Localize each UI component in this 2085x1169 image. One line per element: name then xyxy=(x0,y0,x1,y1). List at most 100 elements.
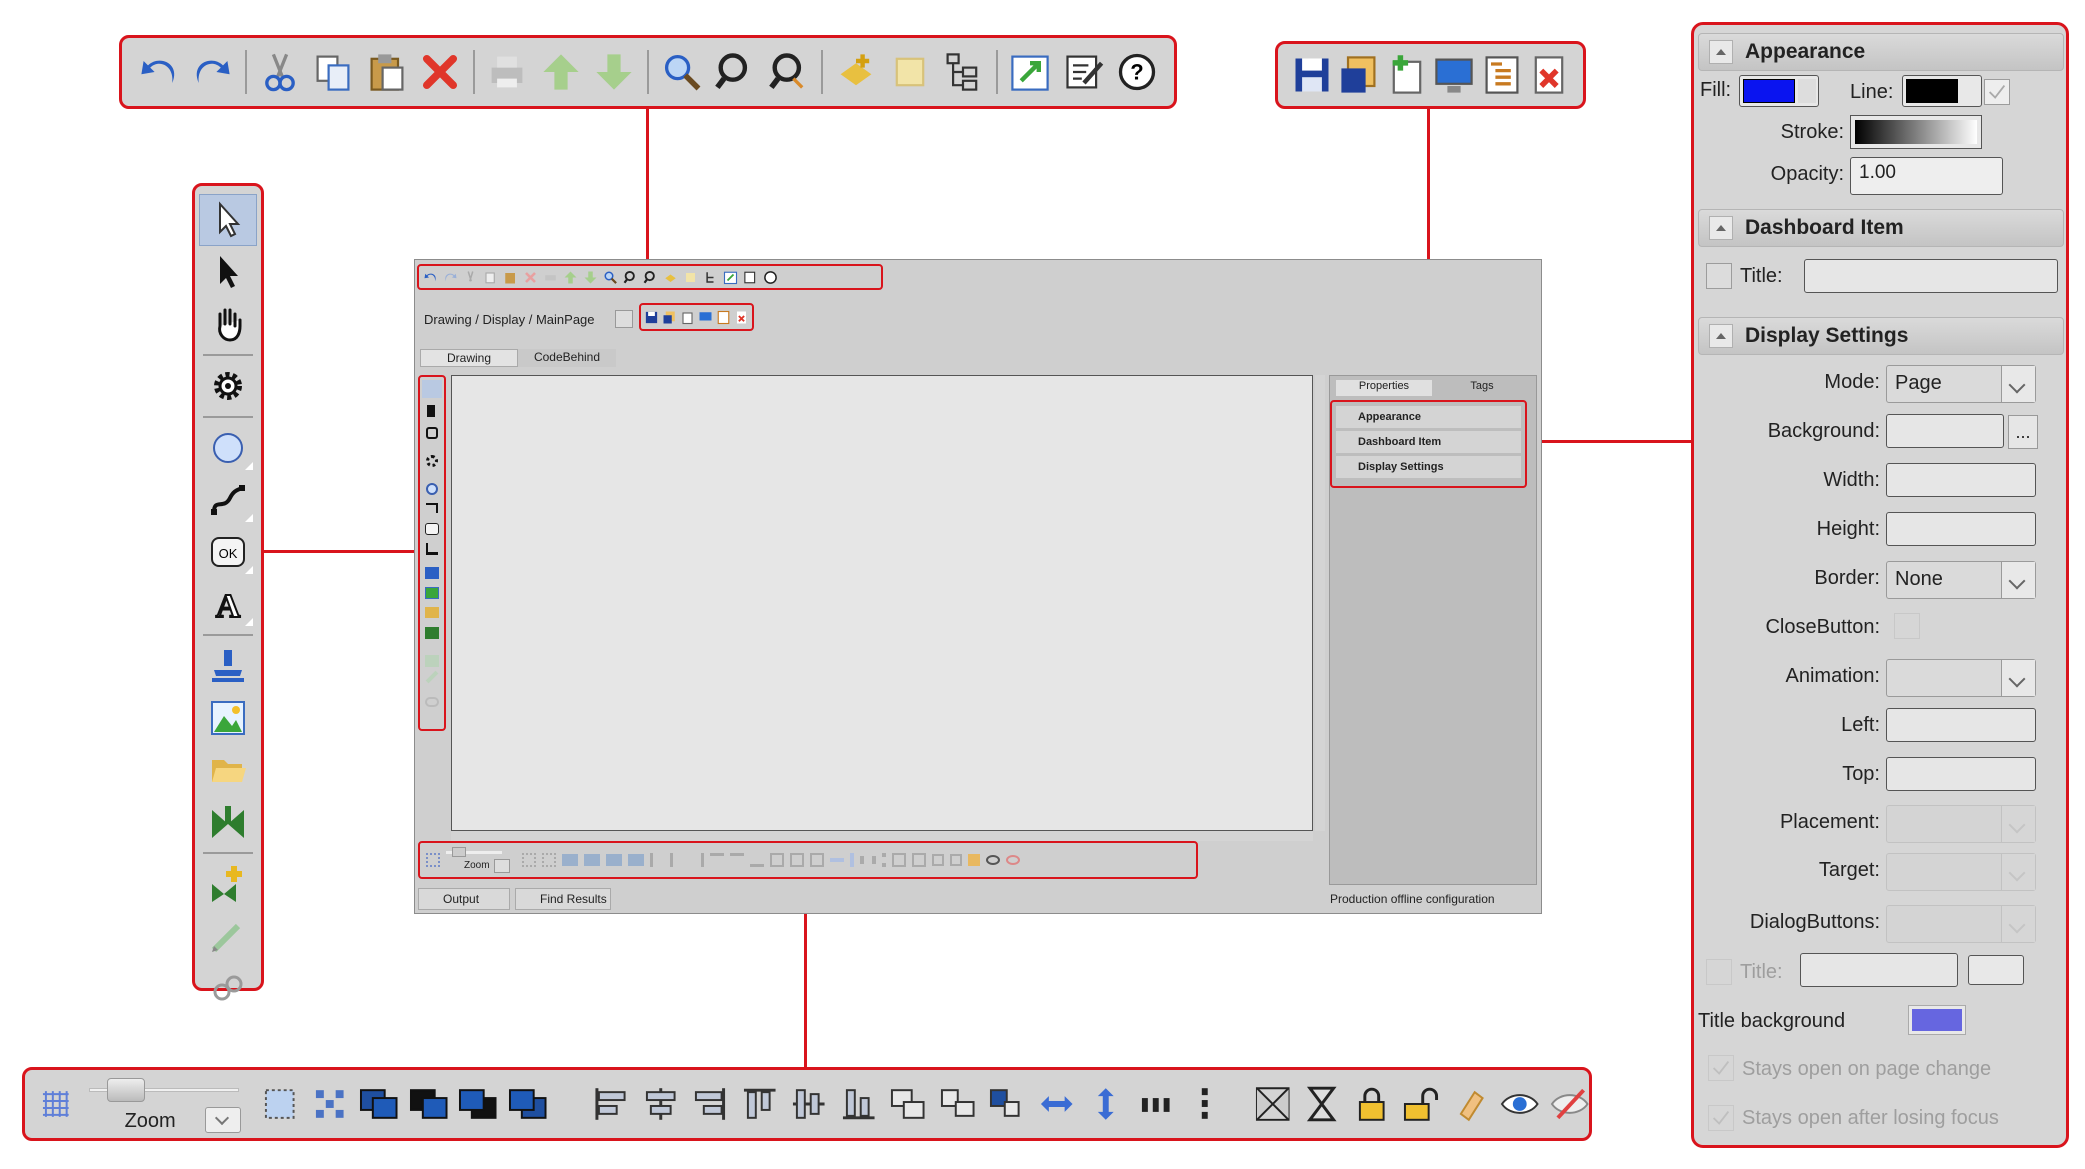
gear-icon[interactable] xyxy=(426,455,438,467)
align-left-icon[interactable] xyxy=(591,1084,631,1124)
copy-icon[interactable] xyxy=(482,269,499,286)
tab-codebehind[interactable]: CodeBehind xyxy=(518,349,616,367)
same-height-icon[interactable] xyxy=(810,853,824,867)
distribute-vertical-icon[interactable] xyxy=(1185,1084,1225,1124)
hand-icon[interactable] xyxy=(199,298,257,350)
undo-icon[interactable] xyxy=(422,269,439,286)
align-bottom-icon[interactable] xyxy=(839,1084,879,1124)
stays-open-page-checkbox[interactable] xyxy=(1708,1055,1734,1081)
export-icon[interactable] xyxy=(1004,45,1057,99)
note-icon[interactable] xyxy=(682,269,699,286)
link-icon[interactable] xyxy=(199,962,257,1014)
animation-select[interactable] xyxy=(1886,659,2036,697)
send-backward-icon[interactable] xyxy=(606,854,622,866)
add-symbol-icon[interactable] xyxy=(425,655,439,667)
mini-section-appearance[interactable]: Appearance xyxy=(1336,406,1521,428)
dialog-title-input[interactable] xyxy=(1800,953,1958,987)
align-top-icon[interactable] xyxy=(740,1084,780,1124)
group-icon[interactable] xyxy=(542,853,556,867)
link-objects-icon[interactable] xyxy=(968,854,980,866)
print-icon[interactable] xyxy=(481,45,534,99)
line-enabled-checkbox[interactable] xyxy=(1984,79,2010,105)
redo-icon[interactable] xyxy=(442,269,459,286)
dialogbuttons-select[interactable] xyxy=(1886,905,2036,943)
add-symbol-icon[interactable] xyxy=(199,858,257,910)
zoom-control[interactable]: Zoom xyxy=(83,1074,251,1134)
zoom-slider-thumb[interactable] xyxy=(106,1078,145,1102)
vertical-scrollbar[interactable] xyxy=(1315,375,1325,831)
move-up-icon[interactable] xyxy=(534,45,587,99)
add-item-icon[interactable] xyxy=(829,45,882,99)
distribute-horizontal-icon[interactable] xyxy=(860,856,876,864)
line-color-picker[interactable] xyxy=(1902,75,1982,107)
section-appearance[interactable]: Appearance xyxy=(1698,33,2064,71)
export-icon[interactable] xyxy=(722,269,739,286)
select-icon[interactable] xyxy=(199,194,257,246)
chevron-down-icon[interactable] xyxy=(2001,854,2035,890)
unlock-icon[interactable] xyxy=(950,854,962,866)
valve-icon[interactable] xyxy=(199,796,257,848)
background-input[interactable] xyxy=(1886,414,2004,448)
align-left-icon[interactable] xyxy=(650,853,664,867)
dashboard-title-checkbox[interactable] xyxy=(1706,263,1732,289)
hide-icon[interactable] xyxy=(1550,1084,1590,1124)
align-middle-icon[interactable] xyxy=(789,1084,829,1124)
background-browse-button[interactable]: ... xyxy=(2008,415,2038,449)
lock-icon[interactable] xyxy=(1352,1084,1392,1124)
folder-icon[interactable] xyxy=(425,607,439,618)
close-page-icon[interactable] xyxy=(734,309,749,326)
copy-icon[interactable] xyxy=(306,45,359,99)
send-backward-icon[interactable] xyxy=(458,1084,498,1124)
select-icon[interactable] xyxy=(422,380,442,398)
top-input[interactable] xyxy=(1886,757,2036,791)
mini-section-dashboard[interactable]: Dashboard Item xyxy=(1336,431,1521,453)
text-icon[interactable] xyxy=(426,543,438,555)
move-down-icon[interactable] xyxy=(588,45,641,99)
cut-icon[interactable] xyxy=(253,45,306,99)
collapse-icon[interactable] xyxy=(1709,324,1733,348)
same-size-icon[interactable] xyxy=(888,1084,928,1124)
polyline-icon[interactable] xyxy=(199,474,257,526)
mini-section-display[interactable]: Display Settings xyxy=(1336,456,1521,478)
same-height-icon[interactable] xyxy=(987,1084,1027,1124)
move-down-icon[interactable] xyxy=(582,269,599,286)
align-right-icon[interactable] xyxy=(690,853,704,867)
delete-icon[interactable] xyxy=(522,269,539,286)
height-input[interactable] xyxy=(1886,512,2036,546)
fill-color-picker[interactable] xyxy=(1739,75,1819,107)
zoom-out-icon[interactable] xyxy=(642,269,659,286)
chevron-down-icon[interactable] xyxy=(2001,806,2035,842)
section-display-settings[interactable]: Display Settings xyxy=(1698,317,2064,355)
align-middle-icon[interactable] xyxy=(730,853,744,867)
dialog-title-color[interactable] xyxy=(1968,955,2024,985)
align-top-icon[interactable] xyxy=(710,853,724,867)
align-center-icon[interactable] xyxy=(641,1084,681,1124)
display-icon[interactable] xyxy=(698,309,713,326)
help-icon[interactable]: ? xyxy=(1111,45,1164,99)
zoom-dropdown[interactable] xyxy=(204,1107,241,1133)
tab-output[interactable]: Output xyxy=(418,888,510,910)
horizontal-scrollbar[interactable] xyxy=(451,831,1313,841)
undo-icon[interactable] xyxy=(132,45,185,99)
move-up-icon[interactable] xyxy=(562,269,579,286)
pointer-icon[interactable] xyxy=(427,405,435,417)
eye-icon[interactable] xyxy=(1500,1084,1540,1124)
save-as-icon[interactable] xyxy=(662,309,677,326)
rotate-icon[interactable] xyxy=(892,853,906,867)
zoom-in-icon[interactable] xyxy=(708,45,761,99)
opacity-input[interactable]: 1.00 xyxy=(1850,157,2003,195)
title-background-picker[interactable] xyxy=(1908,1005,1966,1035)
tree-icon[interactable] xyxy=(936,45,989,99)
zoom-in-icon[interactable] xyxy=(622,269,639,286)
panel-tab-tags[interactable]: Tags xyxy=(1434,380,1530,396)
send-back-icon[interactable] xyxy=(628,854,644,866)
width-input[interactable] xyxy=(1886,463,2036,497)
new-page-icon[interactable] xyxy=(680,309,695,326)
cut-icon[interactable] xyxy=(462,269,479,286)
chevron-down-icon[interactable] xyxy=(2001,906,2035,942)
stays-open-focus-checkbox[interactable] xyxy=(1708,1105,1734,1131)
select-all-icon[interactable] xyxy=(522,853,536,867)
edit-icon[interactable] xyxy=(742,269,759,286)
chevron-down-icon[interactable] xyxy=(2001,366,2035,402)
layout-icon[interactable] xyxy=(1478,48,1526,102)
